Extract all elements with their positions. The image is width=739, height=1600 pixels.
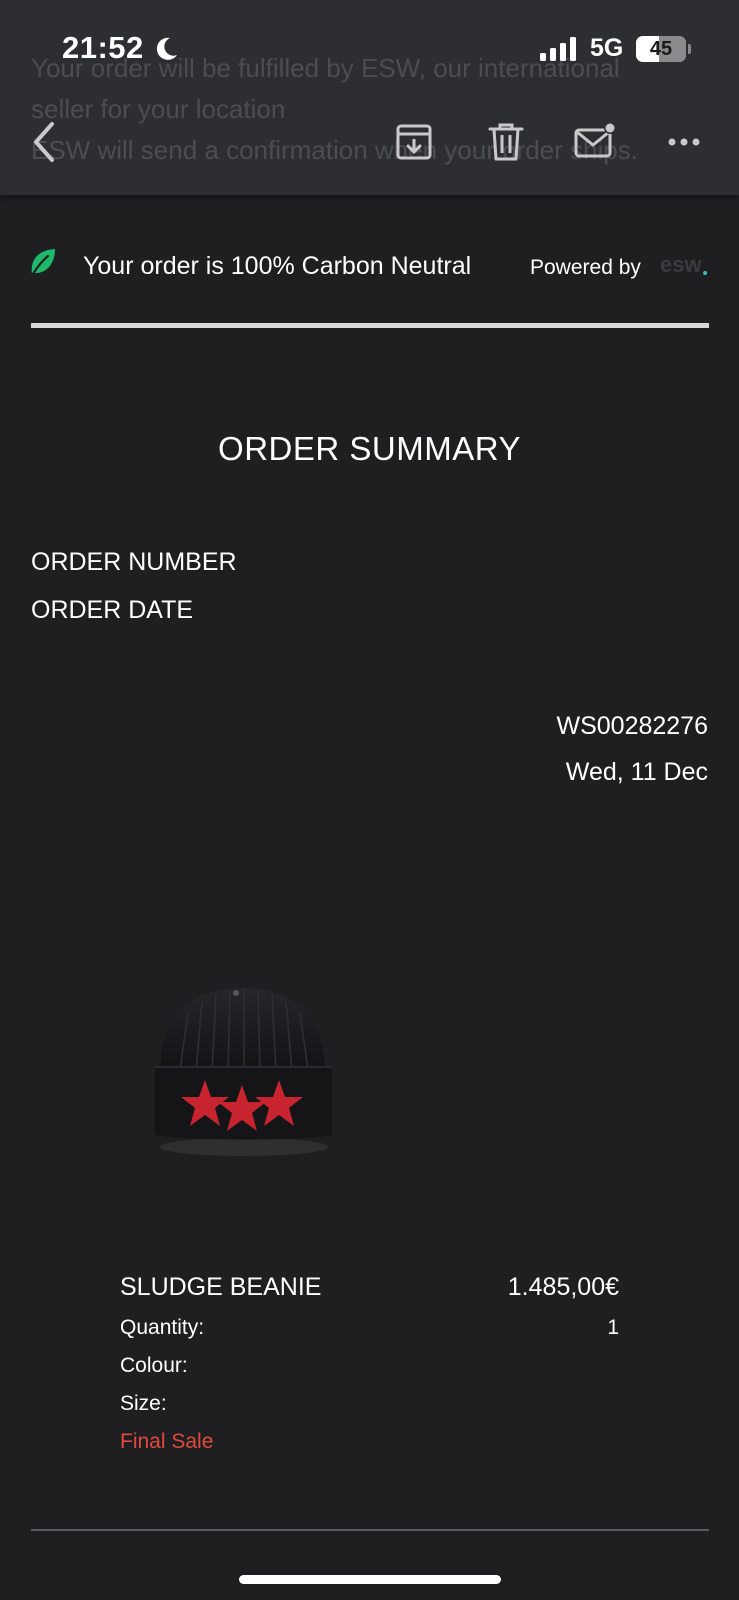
moon-icon bbox=[156, 37, 177, 60]
esw-logo: esw bbox=[660, 252, 702, 277]
signal-icon bbox=[540, 37, 576, 61]
ghost-line: ESW will send a confirmation when your o… bbox=[31, 135, 638, 165]
product-price: 1.485,00€ bbox=[507, 1273, 619, 1301]
order-date-label: ORDER DATE bbox=[31, 596, 194, 624]
divider bbox=[31, 1529, 709, 1531]
battery-tip bbox=[688, 44, 691, 54]
esw-logo-dot bbox=[703, 271, 707, 275]
top-bar: Your order will be fulfilled by ESW, our… bbox=[0, 0, 739, 195]
quantity-label: Quantity: bbox=[120, 1316, 205, 1339]
order-summary-title: ORDER SUMMARY bbox=[218, 430, 521, 467]
home-indicator[interactable] bbox=[239, 1575, 501, 1584]
trash-icon[interactable] bbox=[484, 120, 528, 164]
battery-level: 45 bbox=[649, 38, 673, 60]
mail-icon[interactable] bbox=[573, 120, 617, 164]
final-sale-label: Final Sale bbox=[120, 1430, 214, 1453]
divider bbox=[31, 323, 709, 328]
battery-icon: 45 bbox=[636, 36, 686, 62]
ghost-scrolled-text: Your order will be fulfilled by ESW, our… bbox=[31, 48, 721, 171]
leaf-icon bbox=[31, 249, 55, 276]
powered-by-text: Powered by bbox=[530, 256, 641, 279]
colour-label: Colour: bbox=[120, 1354, 188, 1377]
order-date-value: Wed, 11 Dec bbox=[565, 758, 708, 786]
product-name[interactable]: SLUDGE BEANIE bbox=[120, 1273, 321, 1302]
quantity-value: 1 bbox=[607, 1316, 619, 1339]
product-image-beanie[interactable] bbox=[150, 985, 340, 1160]
email-screen: Your order will be fulfilled by ESW, our… bbox=[0, 0, 739, 1600]
order-number-label: ORDER NUMBER bbox=[31, 548, 237, 576]
order-number-value: WS00282276 bbox=[556, 712, 708, 740]
archive-icon[interactable] bbox=[393, 120, 437, 164]
size-label: Size: bbox=[120, 1392, 167, 1415]
back-icon[interactable] bbox=[26, 120, 70, 164]
more-icon[interactable] bbox=[664, 120, 708, 164]
status-time: 21:52 bbox=[62, 30, 144, 65]
carbon-neutral-text: Your order is 100% Carbon Neutral bbox=[83, 252, 472, 280]
network-label: 5G bbox=[590, 34, 624, 62]
ghost-line: seller for your location bbox=[31, 94, 286, 124]
